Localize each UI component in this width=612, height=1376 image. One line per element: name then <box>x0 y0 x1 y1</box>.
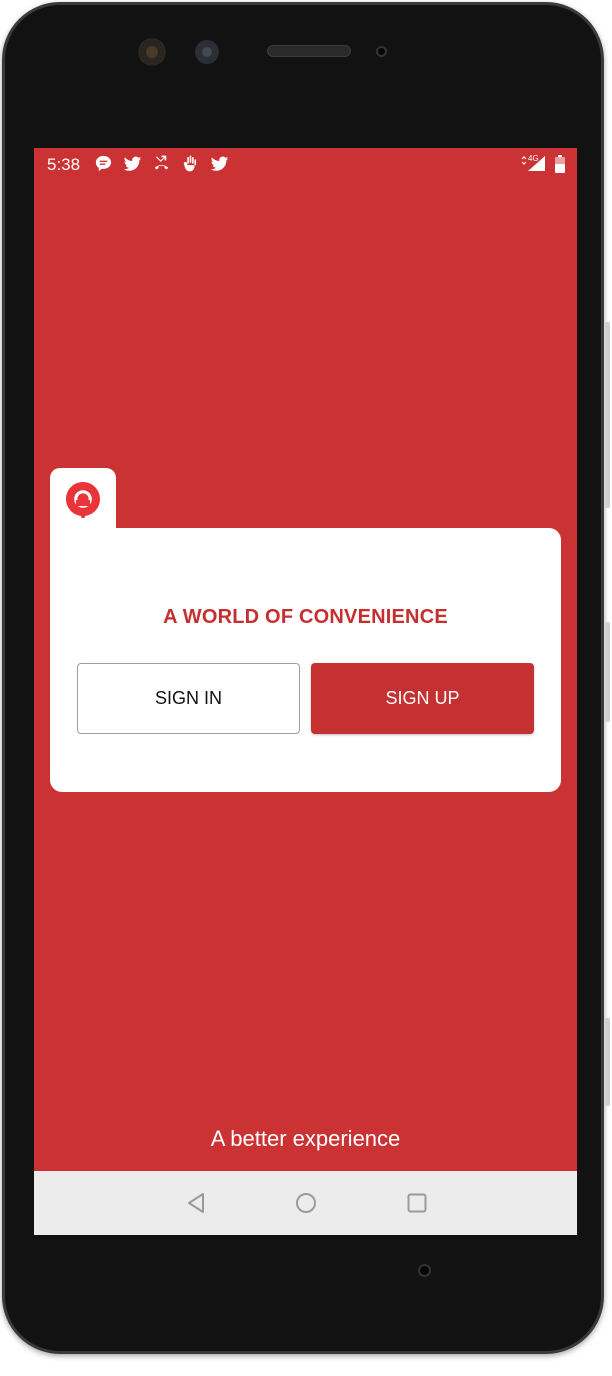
chat-bubble-icon <box>95 155 112 172</box>
proximity-sensor <box>376 46 387 57</box>
twitter-icon <box>123 156 142 171</box>
recents-icon[interactable] <box>405 1191 429 1215</box>
hand-icon <box>183 155 197 172</box>
sign-in-button[interactable]: SIGN IN <box>77 663 300 734</box>
app-screen: 5:38 4G A WORLD OF CONVENIENCE SIGN IN S… <box>34 148 577 1235</box>
status-right-icons: 4G <box>521 153 565 173</box>
twitter-icon <box>210 156 229 171</box>
welcome-card: A WORLD OF CONVENIENCE SIGN IN SIGN UP <box>50 518 561 792</box>
power-button <box>605 322 610 508</box>
network-type-label: 4G <box>528 154 539 163</box>
home-icon[interactable] <box>294 1191 318 1215</box>
signal-icon: 4G <box>521 154 545 171</box>
footer-tagline: A better experience <box>210 1126 401 1151</box>
notification-icons <box>94 154 229 173</box>
back-icon[interactable] <box>184 1191 208 1215</box>
status-bar: 5:38 4G <box>34 148 577 180</box>
front-sensor <box>195 40 219 64</box>
bottom-microphone <box>418 1264 431 1277</box>
earpiece-speaker <box>267 45 351 57</box>
sign-up-button[interactable]: SIGN UP <box>311 663 534 734</box>
side-button <box>605 1018 610 1106</box>
tagline: A WORLD OF CONVENIENCE <box>163 606 448 628</box>
battery-icon <box>555 155 565 173</box>
status-time: 5:38 <box>47 155 81 174</box>
navigation-bar <box>34 1171 577 1235</box>
front-camera <box>138 38 166 66</box>
volume-button <box>605 622 610 722</box>
missed-call-icon <box>154 155 169 170</box>
